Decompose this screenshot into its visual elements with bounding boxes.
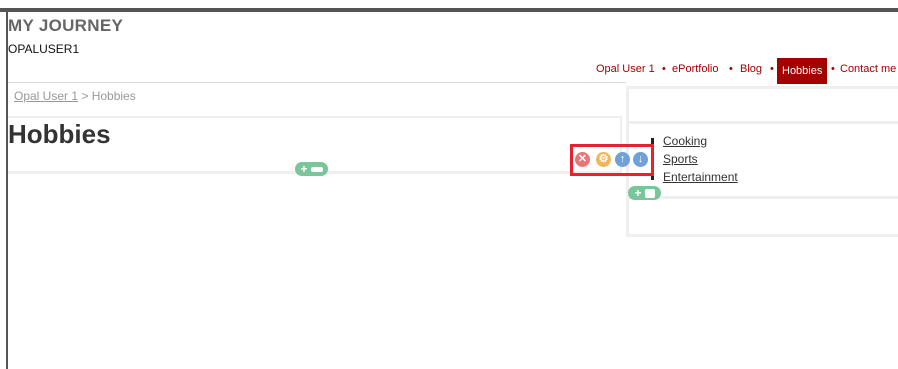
list-item: Cooking	[648, 133, 738, 151]
nav-item-hobbies[interactable]: Hobbies	[777, 58, 828, 84]
block-icon	[310, 166, 323, 172]
nav-separator: •	[831, 63, 835, 75]
hobby-list: Cooking Sports Entertainment	[648, 133, 738, 187]
plus-icon: +	[634, 186, 642, 200]
plus-icon: +	[300, 162, 308, 176]
site-title: MY JOURNEY	[8, 16, 124, 35]
add-block-button[interactable]: +	[295, 162, 328, 176]
page-title: Hobbies	[8, 119, 111, 149]
breadcrumb-link-home[interactable]: Opal User 1	[14, 89, 78, 103]
list-icon	[644, 188, 655, 198]
nav-item-contact-me[interactable]: Contact me	[840, 63, 896, 75]
breadcrumb-current: > Hobbies	[78, 89, 136, 103]
sidebar-divider	[626, 196, 898, 199]
nav-item-eportfolio[interactable]: ePortfolio	[672, 63, 718, 75]
list-item: Sports	[648, 151, 738, 169]
nav-item-blog[interactable]: Blog	[740, 63, 762, 75]
settings-icon[interactable]: ⚙	[596, 152, 611, 167]
move-up-icon[interactable]: ↑	[615, 152, 630, 167]
site-username: OPALUSER1	[8, 42, 80, 56]
breadcrumb: Opal User 1 > Hobbies	[14, 89, 136, 103]
hobby-link-entertainment[interactable]: Entertainment	[663, 170, 738, 184]
nav-separator: •	[729, 63, 733, 75]
close-icon[interactable]: ✕	[575, 152, 590, 167]
header-divider	[8, 82, 626, 83]
add-list-item-button[interactable]: +	[628, 186, 661, 200]
top-border	[0, 8, 898, 12]
move-down-icon[interactable]: ↓	[633, 152, 648, 167]
hobby-link-cooking[interactable]: Cooking	[663, 134, 707, 148]
nav-item-opal-user-1[interactable]: Opal User 1	[596, 63, 655, 75]
main-navigation: Opal User 1 • ePortfolio • Blog • Hobbie…	[0, 56, 898, 84]
list-item: Entertainment	[648, 169, 738, 187]
nav-separator: •	[662, 63, 666, 75]
sidebar-divider	[626, 121, 898, 124]
nav-separator: •	[770, 63, 774, 75]
hobby-link-sports[interactable]: Sports	[663, 152, 698, 166]
